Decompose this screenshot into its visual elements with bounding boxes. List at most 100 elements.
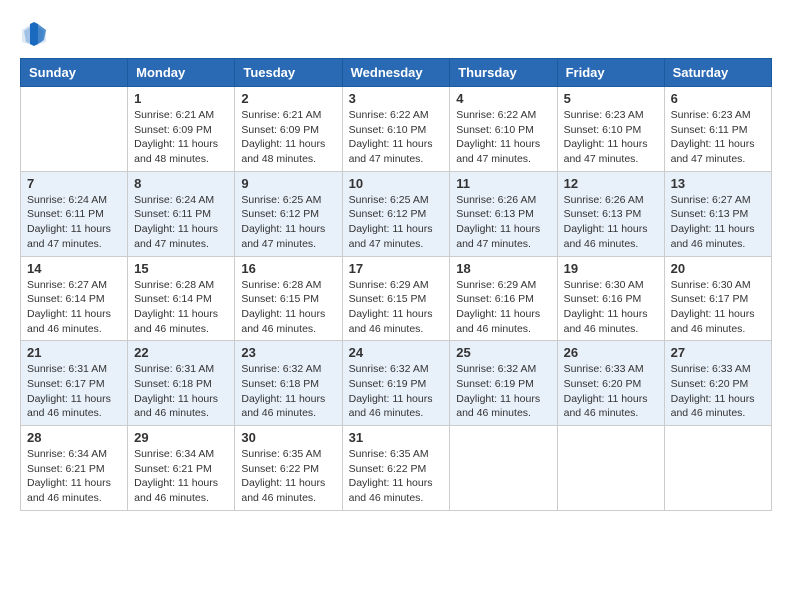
day-number: 18 (456, 261, 550, 276)
calendar-cell: 2 Sunrise: 6:21 AM Sunset: 6:09 PM Daylig… (235, 87, 342, 172)
calendar-cell: 31 Sunrise: 6:35 AM Sunset: 6:22 PM Dayli… (342, 426, 450, 511)
calendar-cell: 28Sunrise: 6:34 AM Sunset: 6:21 PM Dayli… (21, 426, 128, 511)
day-info: Sunrise: 6:23 AM Sunset: 6:10 PM Dayligh… (564, 108, 658, 167)
day-header-sunday: Sunday (21, 59, 128, 87)
calendar-cell: 23 Sunrise: 6:32 AM Sunset: 6:18 PM Dayli… (235, 341, 342, 426)
calendar-cell: 4 Sunrise: 6:22 AM Sunset: 6:10 PM Daylig… (450, 87, 557, 172)
calendar-week-row: 28Sunrise: 6:34 AM Sunset: 6:21 PM Dayli… (21, 426, 772, 511)
day-info: Sunrise: 6:24 AM Sunset: 6:11 PM Dayligh… (27, 193, 121, 252)
calendar-cell: 1 Sunrise: 6:21 AM Sunset: 6:09 PM Daylig… (128, 87, 235, 172)
calendar-cell: 7Sunrise: 6:24 AM Sunset: 6:11 PM Daylig… (21, 171, 128, 256)
day-number: 5 (564, 91, 658, 106)
calendar-cell (21, 87, 128, 172)
calendar-cell: 27 Sunrise: 6:33 AM Sunset: 6:20 PM Dayli… (664, 341, 771, 426)
logo (20, 20, 52, 48)
day-info: Sunrise: 6:29 AM Sunset: 6:15 PM Dayligh… (349, 278, 444, 337)
day-number: 11 (456, 176, 550, 191)
day-number: 22 (134, 345, 228, 360)
day-number: 6 (671, 91, 765, 106)
day-number: 17 (349, 261, 444, 276)
calendar-cell: 25 Sunrise: 6:32 AM Sunset: 6:19 PM Dayli… (450, 341, 557, 426)
day-info: Sunrise: 6:26 AM Sunset: 6:13 PM Dayligh… (456, 193, 550, 252)
day-number: 13 (671, 176, 765, 191)
day-number: 20 (671, 261, 765, 276)
calendar-week-row: 1 Sunrise: 6:21 AM Sunset: 6:09 PM Daylig… (21, 87, 772, 172)
calendar-week-row: 7Sunrise: 6:24 AM Sunset: 6:11 PM Daylig… (21, 171, 772, 256)
day-number: 30 (241, 430, 335, 445)
day-info: Sunrise: 6:34 AM Sunset: 6:21 PM Dayligh… (27, 447, 121, 506)
calendar-cell: 12 Sunrise: 6:26 AM Sunset: 6:13 PM Dayli… (557, 171, 664, 256)
day-info: Sunrise: 6:30 AM Sunset: 6:17 PM Dayligh… (671, 278, 765, 337)
calendar-cell: 15 Sunrise: 6:28 AM Sunset: 6:14 PM Dayli… (128, 256, 235, 341)
calendar-cell: 16 Sunrise: 6:28 AM Sunset: 6:15 PM Dayli… (235, 256, 342, 341)
calendar-cell (664, 426, 771, 511)
day-header-thursday: Thursday (450, 59, 557, 87)
day-number: 1 (134, 91, 228, 106)
day-info: Sunrise: 6:23 AM Sunset: 6:11 PM Dayligh… (671, 108, 765, 167)
calendar-table: SundayMondayTuesdayWednesdayThursdayFrid… (20, 58, 772, 511)
calendar-cell (450, 426, 557, 511)
logo-icon (20, 20, 48, 48)
day-header-tuesday: Tuesday (235, 59, 342, 87)
day-number: 8 (134, 176, 228, 191)
day-number: 4 (456, 91, 550, 106)
day-info: Sunrise: 6:33 AM Sunset: 6:20 PM Dayligh… (671, 362, 765, 421)
day-info: Sunrise: 6:21 AM Sunset: 6:09 PM Dayligh… (134, 108, 228, 167)
day-number: 15 (134, 261, 228, 276)
day-info: Sunrise: 6:25 AM Sunset: 6:12 PM Dayligh… (349, 193, 444, 252)
calendar-week-row: 14 Sunrise: 6:27 AM Sunset: 6:14 PM Dayli… (21, 256, 772, 341)
day-number: 14 (27, 261, 121, 276)
day-info: Sunrise: 6:22 AM Sunset: 6:10 PM Dayligh… (456, 108, 550, 167)
day-number: 25 (456, 345, 550, 360)
calendar-cell: 13Sunrise: 6:27 AM Sunset: 6:13 PM Dayli… (664, 171, 771, 256)
day-number: 19 (564, 261, 658, 276)
calendar-cell: 18Sunrise: 6:29 AM Sunset: 6:16 PM Dayli… (450, 256, 557, 341)
day-number: 2 (241, 91, 335, 106)
day-number: 9 (241, 176, 335, 191)
day-info: Sunrise: 6:31 AM Sunset: 6:18 PM Dayligh… (134, 362, 228, 421)
day-number: 10 (349, 176, 444, 191)
calendar-cell: 6 Sunrise: 6:23 AM Sunset: 6:11 PM Daylig… (664, 87, 771, 172)
calendar-header-row: SundayMondayTuesdayWednesdayThursdayFrid… (21, 59, 772, 87)
day-number: 24 (349, 345, 444, 360)
calendar-week-row: 21Sunrise: 6:31 AM Sunset: 6:17 PM Dayli… (21, 341, 772, 426)
page-header (20, 20, 772, 48)
day-number: 16 (241, 261, 335, 276)
day-info: Sunrise: 6:32 AM Sunset: 6:18 PM Dayligh… (241, 362, 335, 421)
calendar-cell: 20 Sunrise: 6:30 AM Sunset: 6:17 PM Dayli… (664, 256, 771, 341)
day-number: 12 (564, 176, 658, 191)
day-info: Sunrise: 6:27 AM Sunset: 6:14 PM Dayligh… (27, 278, 121, 337)
day-info: Sunrise: 6:24 AM Sunset: 6:11 PM Dayligh… (134, 193, 228, 252)
calendar-cell: 26Sunrise: 6:33 AM Sunset: 6:20 PM Dayli… (557, 341, 664, 426)
calendar-cell (557, 426, 664, 511)
day-info: Sunrise: 6:28 AM Sunset: 6:15 PM Dayligh… (241, 278, 335, 337)
day-info: Sunrise: 6:35 AM Sunset: 6:22 PM Dayligh… (349, 447, 444, 506)
day-number: 31 (349, 430, 444, 445)
day-info: Sunrise: 6:35 AM Sunset: 6:22 PM Dayligh… (241, 447, 335, 506)
day-info: Sunrise: 6:25 AM Sunset: 6:12 PM Dayligh… (241, 193, 335, 252)
calendar-cell: 21Sunrise: 6:31 AM Sunset: 6:17 PM Dayli… (21, 341, 128, 426)
day-info: Sunrise: 6:30 AM Sunset: 6:16 PM Dayligh… (564, 278, 658, 337)
calendar-body: 1 Sunrise: 6:21 AM Sunset: 6:09 PM Daylig… (21, 87, 772, 511)
day-info: Sunrise: 6:32 AM Sunset: 6:19 PM Dayligh… (349, 362, 444, 421)
calendar-cell: 19 Sunrise: 6:30 AM Sunset: 6:16 PM Dayli… (557, 256, 664, 341)
day-info: Sunrise: 6:21 AM Sunset: 6:09 PM Dayligh… (241, 108, 335, 167)
day-info: Sunrise: 6:32 AM Sunset: 6:19 PM Dayligh… (456, 362, 550, 421)
day-info: Sunrise: 6:22 AM Sunset: 6:10 PM Dayligh… (349, 108, 444, 167)
day-number: 21 (27, 345, 121, 360)
day-header-monday: Monday (128, 59, 235, 87)
day-header-friday: Friday (557, 59, 664, 87)
calendar-cell: 10 Sunrise: 6:25 AM Sunset: 6:12 PM Dayli… (342, 171, 450, 256)
day-info: Sunrise: 6:26 AM Sunset: 6:13 PM Dayligh… (564, 193, 658, 252)
calendar-cell: 22 Sunrise: 6:31 AM Sunset: 6:18 PM Dayli… (128, 341, 235, 426)
calendar-cell: 30 Sunrise: 6:35 AM Sunset: 6:22 PM Dayli… (235, 426, 342, 511)
calendar-cell: 29Sunrise: 6:34 AM Sunset: 6:21 PM Dayli… (128, 426, 235, 511)
day-info: Sunrise: 6:28 AM Sunset: 6:14 PM Dayligh… (134, 278, 228, 337)
calendar-cell: 11 Sunrise: 6:26 AM Sunset: 6:13 PM Dayli… (450, 171, 557, 256)
calendar-cell: 9 Sunrise: 6:25 AM Sunset: 6:12 PM Daylig… (235, 171, 342, 256)
day-number: 3 (349, 91, 444, 106)
day-number: 27 (671, 345, 765, 360)
calendar-cell: 8 Sunrise: 6:24 AM Sunset: 6:11 PM Daylig… (128, 171, 235, 256)
day-number: 23 (241, 345, 335, 360)
day-header-saturday: Saturday (664, 59, 771, 87)
